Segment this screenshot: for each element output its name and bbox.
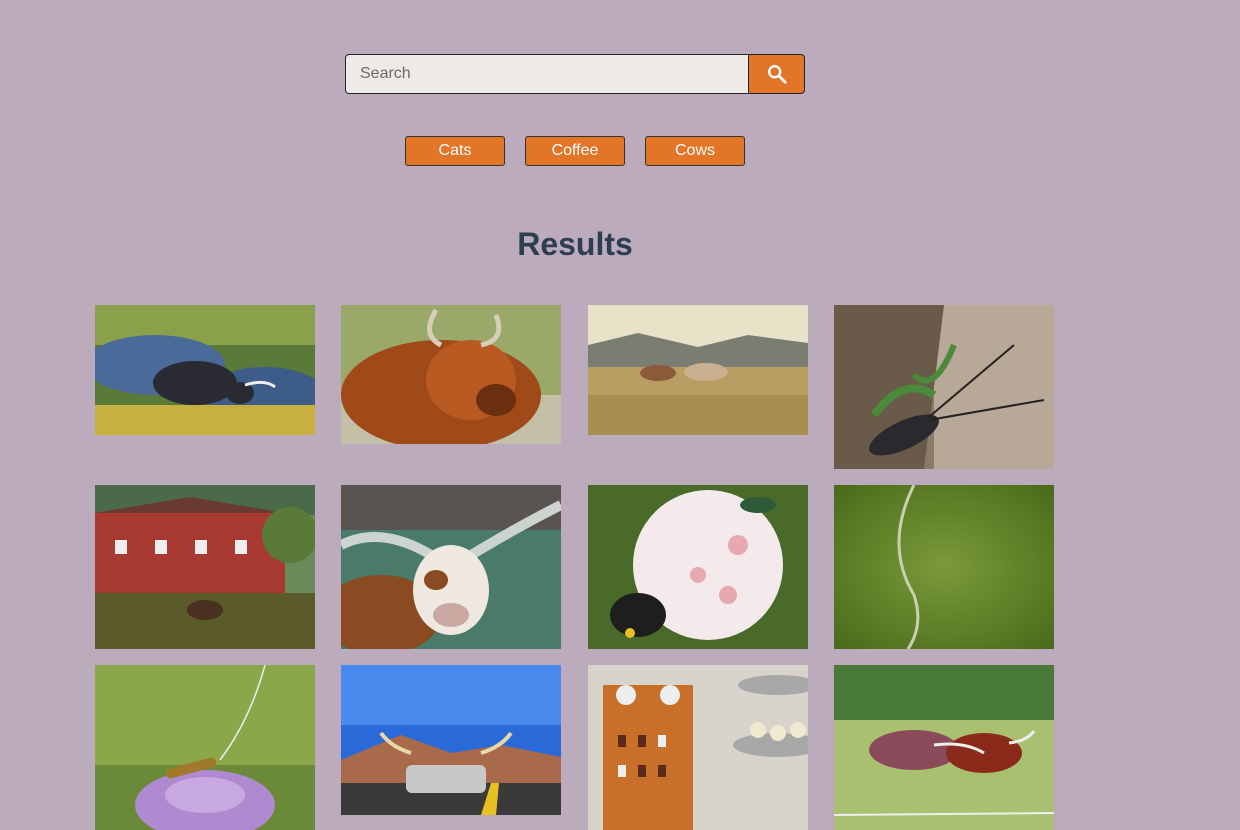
- results-title: Results: [517, 226, 633, 262]
- result-image-highland-cow[interactable]: [341, 305, 561, 444]
- result-image-black-cow[interactable]: [95, 305, 315, 435]
- result-image-red-barn[interactable]: [95, 485, 315, 649]
- result-image-green-stem[interactable]: [834, 485, 1054, 649]
- search-bar: [345, 54, 805, 94]
- search-button[interactable]: [749, 54, 805, 94]
- search-icon: [767, 65, 787, 84]
- cats-button[interactable]: Cats: [405, 136, 505, 166]
- result-image-clock-tower-cake[interactable]: [588, 665, 808, 830]
- result-image-longhorns-grazing[interactable]: [834, 665, 1054, 830]
- result-image-longhorn-car[interactable]: [341, 665, 561, 815]
- cows-button[interactable]: Cows: [645, 136, 745, 166]
- search-input[interactable]: [345, 54, 749, 94]
- result-image-longhorn-beetle[interactable]: [834, 305, 1054, 469]
- result-image-longhorn-closeup[interactable]: [341, 485, 561, 649]
- result-image-purple-flower[interactable]: [95, 665, 315, 830]
- coffee-button[interactable]: Coffee: [525, 136, 625, 166]
- result-image-two-cows[interactable]: [588, 305, 808, 435]
- category-buttons: Cats Coffee Cows: [405, 136, 745, 166]
- result-image-beetle-white-flower[interactable]: [588, 485, 808, 649]
